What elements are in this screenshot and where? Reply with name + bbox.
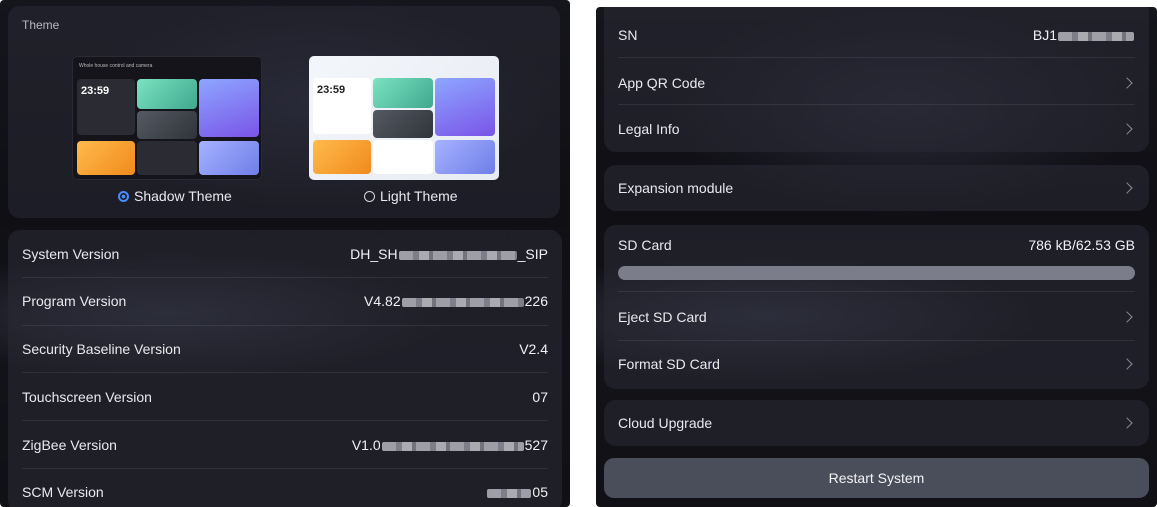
format-sd-card-label: Format SD Card xyxy=(618,356,720,372)
light-theme-preview[interactable]: 23:59 xyxy=(309,56,499,180)
divider xyxy=(22,277,548,278)
system-version-suffix: _SIP xyxy=(517,246,548,262)
chevron-right-icon xyxy=(1121,311,1133,323)
sd-card-label: SD Card xyxy=(618,237,672,253)
redacted-block xyxy=(487,488,532,498)
redacted-block xyxy=(398,250,517,260)
shadow-theme-option[interactable]: Shadow Theme xyxy=(118,188,232,204)
shadow-theme-preview[interactable]: Whole house control and camera 23:59 xyxy=(72,56,262,180)
divider xyxy=(22,420,548,421)
restart-system-button[interactable]: Restart System xyxy=(604,458,1149,498)
divider xyxy=(22,325,548,326)
chevron-right-icon xyxy=(1121,182,1133,194)
touchscreen-version-row: Touchscreen Version 07 xyxy=(22,385,548,409)
light-theme-label: Light Theme xyxy=(380,188,458,204)
scm-version-row: SCM Version 05 xyxy=(22,480,548,504)
zigbee-version-suffix: 527 xyxy=(524,437,548,453)
zigbee-version-label: ZigBee Version xyxy=(22,437,117,453)
settings-left-panel: Theme Whole house control and camera 23:… xyxy=(0,0,570,507)
sn-label: SN xyxy=(618,27,638,43)
program-version-prefix: V4.82 xyxy=(364,293,401,309)
device-info-card: SN BJ1 App QR Code Legal Info xyxy=(604,7,1149,152)
radio-selected-icon[interactable] xyxy=(118,190,129,202)
cloud-upgrade-item[interactable]: Cloud Upgrade xyxy=(604,400,1149,446)
program-version-label: Program Version xyxy=(22,293,127,309)
chevron-right-icon xyxy=(1121,77,1133,89)
sd-usage-bar xyxy=(618,266,1135,280)
sd-card-row: SD Card 786 kB/62.53 GB xyxy=(618,233,1135,257)
redacted-block xyxy=(401,297,524,307)
zigbee-version-row: ZigBee Version V1.0 527 xyxy=(22,433,548,457)
app-qr-code-item[interactable]: App QR Code xyxy=(618,71,1135,95)
shadow-theme-label: Shadow Theme xyxy=(134,188,232,204)
format-sd-card-item[interactable]: Format SD Card xyxy=(618,352,1135,376)
security-baseline-label: Security Baseline Version xyxy=(22,341,181,357)
redacted-block xyxy=(1058,31,1134,41)
security-baseline-row: Security Baseline Version V2.4 xyxy=(22,337,548,361)
divider xyxy=(22,372,548,373)
divider xyxy=(22,468,548,469)
touchscreen-version-label: Touchscreen Version xyxy=(22,389,152,405)
sd-card-card: SD Card 786 kB/62.53 GB Eject SD Card Fo… xyxy=(604,225,1149,389)
legal-info-label: Legal Info xyxy=(618,121,680,137)
scm-version-label: SCM Version xyxy=(22,484,104,500)
settings-right-panel: SN BJ1 App QR Code Legal Info Expansion … xyxy=(596,7,1157,507)
preview-time-light: 23:59 xyxy=(317,84,346,96)
divider xyxy=(618,291,1135,292)
version-info-card: System Version DH_SH _SIP Program Version… xyxy=(8,230,562,507)
system-version-prefix: DH_SH xyxy=(350,246,398,262)
chevron-right-icon xyxy=(1121,123,1133,135)
redacted-block xyxy=(381,441,524,451)
radio-unselected-icon[interactable] xyxy=(364,190,375,202)
eject-sd-card-label: Eject SD Card xyxy=(618,309,707,325)
legal-info-item[interactable]: Legal Info xyxy=(618,117,1135,141)
program-version-suffix: 226 xyxy=(524,293,548,309)
divider xyxy=(618,104,1135,105)
preview-time: 23:59 xyxy=(81,85,110,97)
system-version-row: System Version DH_SH _SIP xyxy=(22,242,548,266)
sd-card-usage: 786 kB/62.53 GB xyxy=(1028,237,1135,253)
chevron-right-icon xyxy=(1121,417,1133,429)
sn-prefix: BJ1 xyxy=(1032,27,1057,43)
zigbee-version-prefix: V1.0 xyxy=(351,437,381,453)
app-qr-code-label: App QR Code xyxy=(618,75,706,91)
theme-title: Theme xyxy=(22,18,60,32)
chevron-right-icon xyxy=(1121,358,1133,370)
eject-sd-card-item[interactable]: Eject SD Card xyxy=(618,305,1135,329)
expansion-module-label: Expansion module xyxy=(618,180,734,196)
theme-card: Theme Whole house control and camera 23:… xyxy=(8,6,560,218)
scm-version-suffix: 05 xyxy=(532,484,548,500)
light-theme-option[interactable]: Light Theme xyxy=(364,188,458,204)
touchscreen-version-value: 07 xyxy=(532,389,548,405)
cloud-upgrade-label: Cloud Upgrade xyxy=(618,415,713,431)
system-version-label: System Version xyxy=(22,246,120,262)
preview-header: Whole house control and camera xyxy=(79,63,153,69)
sn-row: SN BJ1 xyxy=(618,23,1135,47)
program-version-row: Program Version V4.82 226 xyxy=(22,289,548,313)
expansion-module-item[interactable]: Expansion module xyxy=(604,165,1149,211)
divider xyxy=(618,340,1135,341)
divider xyxy=(618,57,1135,58)
security-baseline-value: V2.4 xyxy=(519,341,548,357)
